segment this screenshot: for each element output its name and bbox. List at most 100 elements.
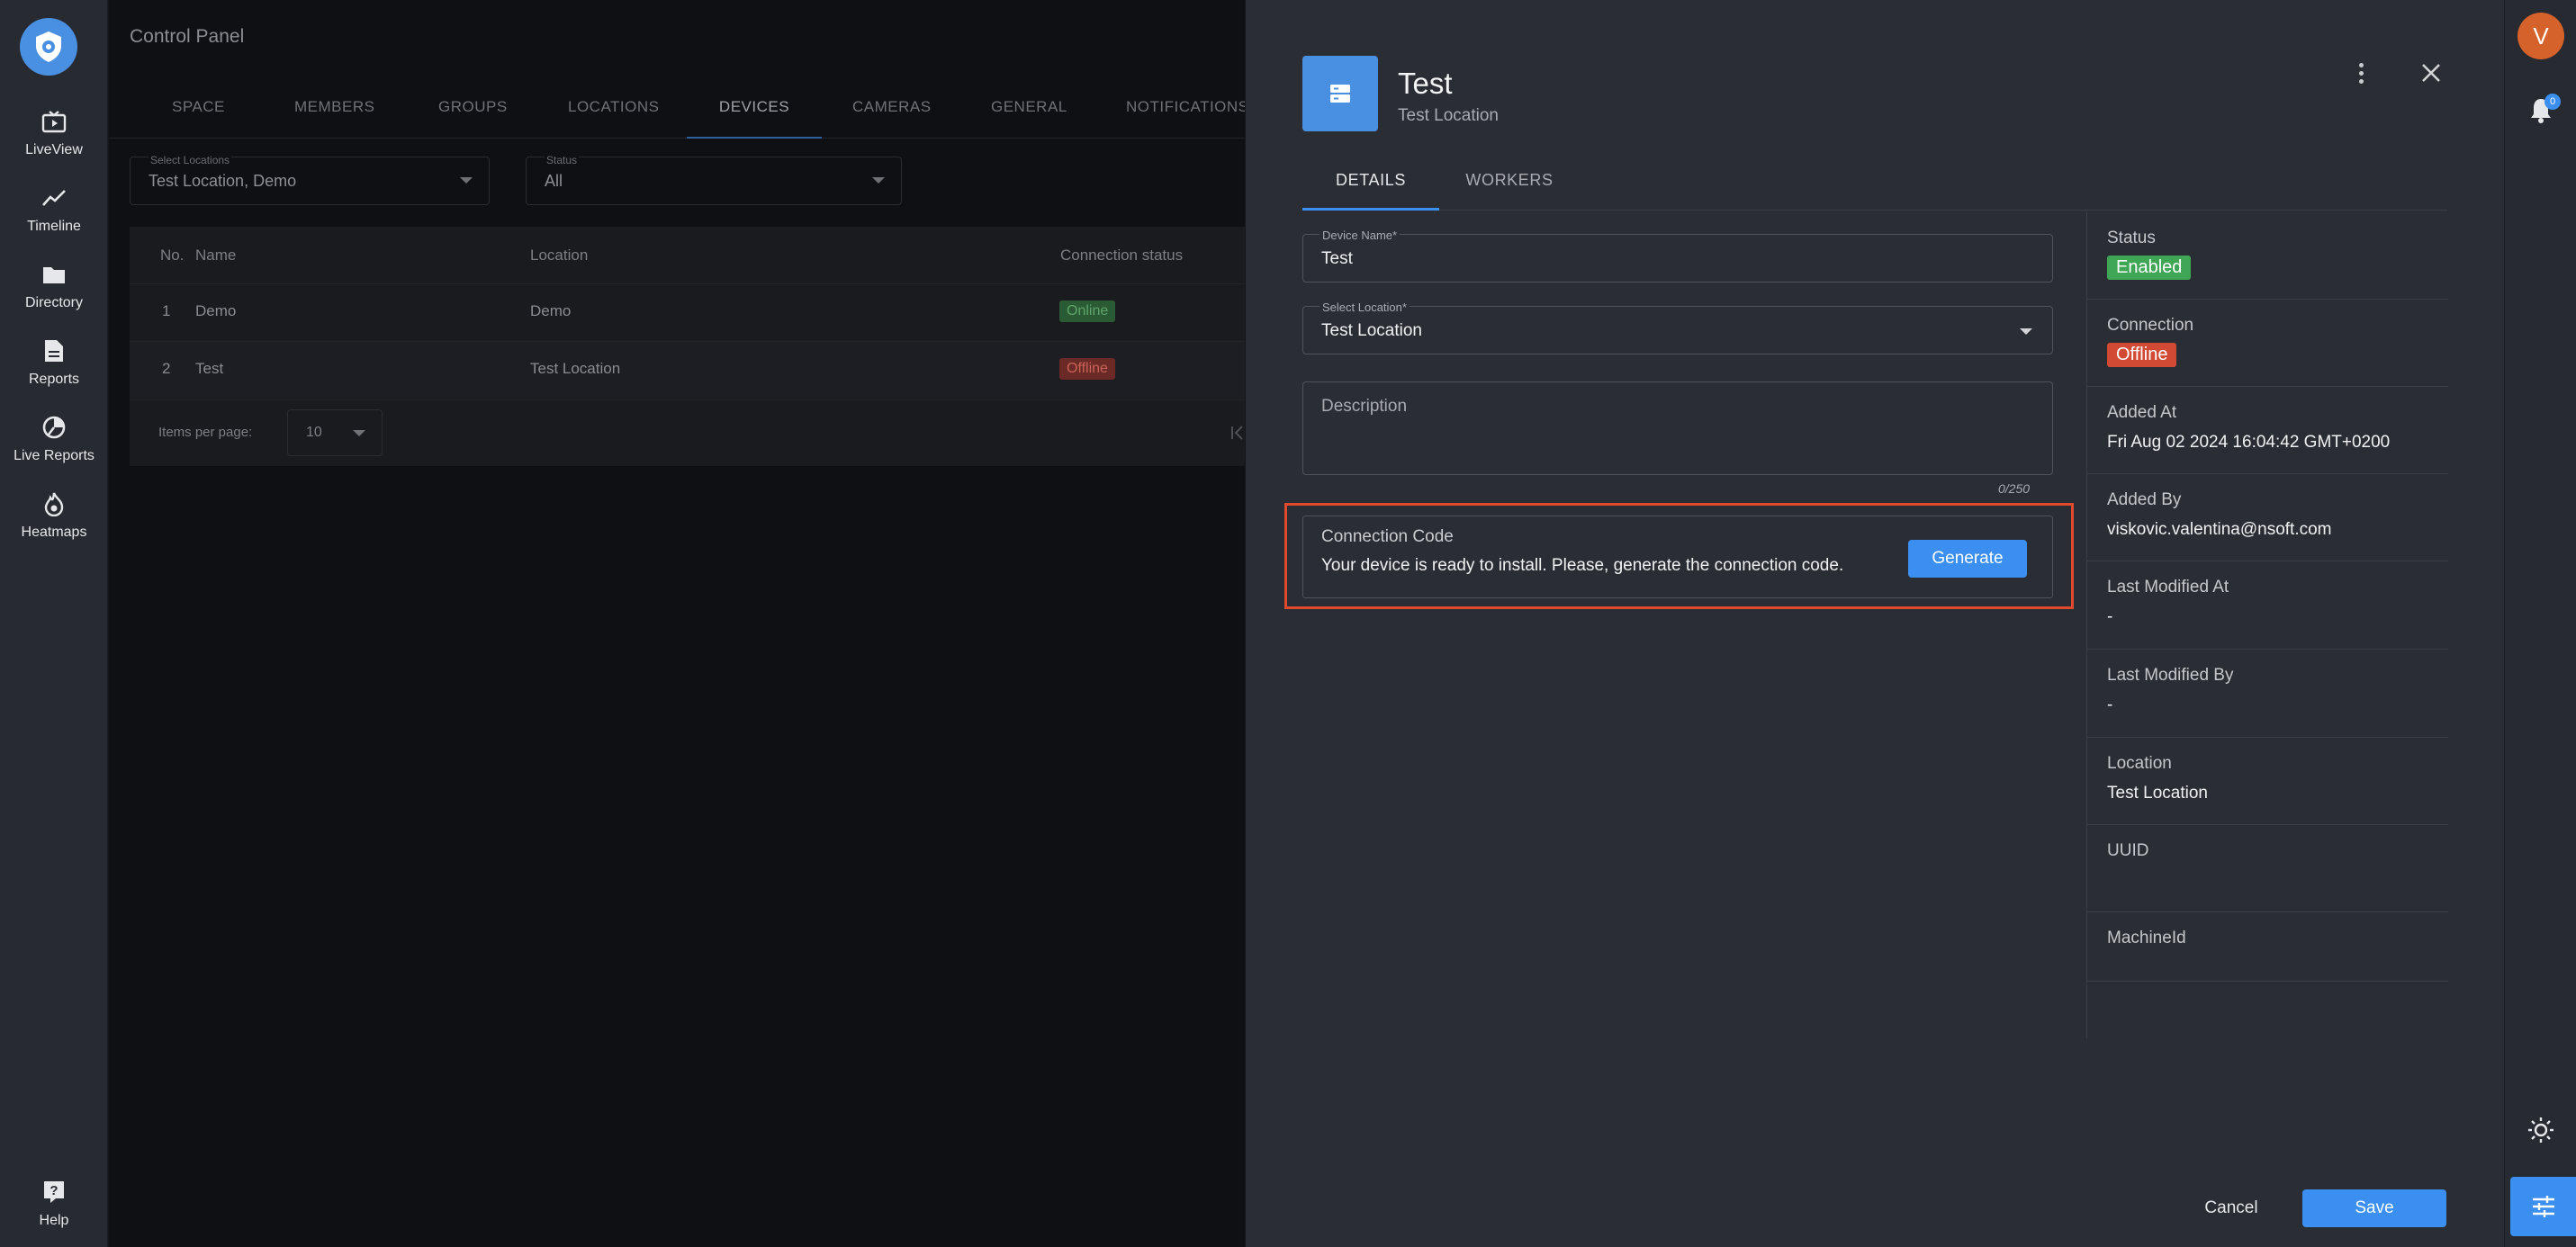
svg-text:?: ? <box>50 1183 58 1198</box>
settings-tune-button[interactable] <box>2510 1177 2576 1236</box>
property-label: Last Modified At <box>2107 578 2229 597</box>
row-location: Test Location <box>530 360 621 377</box>
connection-code-panel: Connection Code Your device is ready to … <box>1302 516 2053 598</box>
column-header-connection-status: Connection status <box>1060 247 1184 264</box>
chevron-down-icon <box>353 430 365 436</box>
property-machine-id: MachineId <box>2087 912 2448 982</box>
nav-label: Timeline <box>27 219 81 234</box>
tab-notifications[interactable]: NOTIFICATIONS <box>1126 86 1245 139</box>
status-badge: Online <box>1059 301 1116 322</box>
shield-logo-icon <box>36 31 61 62</box>
status-filter[interactable]: Status All <box>526 154 902 205</box>
avatar[interactable]: V <box>2517 13 2564 59</box>
notification-count-badge: 0 <box>2544 94 2561 110</box>
chevron-down-icon <box>872 177 885 184</box>
row-number: 1 <box>162 302 171 319</box>
heatmap-icon <box>41 490 68 517</box>
select-location-field[interactable]: Select Location* Test Location <box>1302 301 2053 354</box>
property-value: - <box>2107 607 2113 626</box>
row-name: Demo <box>195 302 237 319</box>
tab-general[interactable]: GENERAL <box>991 86 1090 139</box>
device-name-field[interactable]: Device Name* Test <box>1302 229 2053 283</box>
nav-item-directory[interactable]: Directory <box>0 261 108 329</box>
page-title: Control Panel <box>130 26 245 47</box>
tab-devices[interactable]: DEVICES <box>687 86 822 139</box>
drawer-title: Test <box>1398 67 1453 100</box>
nav-label: Reports <box>28 372 80 387</box>
nav-item-liveview[interactable]: LiveView <box>0 108 108 176</box>
select-locations-filter[interactable]: Select Locations Test Location, Demo <box>130 154 490 205</box>
device-name-input[interactable]: Test <box>1321 249 1353 269</box>
nav-label: Help <box>39 1213 69 1228</box>
table-pagination: Items per page: 10 <box>130 399 1245 466</box>
table-row[interactable]: 2 Test Test Location Offline <box>130 341 1245 399</box>
nav-item-heatmaps[interactable]: Heatmaps <box>0 490 108 559</box>
devices-table: No. Name Location Connection status 1 De… <box>130 227 1245 466</box>
first-page-icon[interactable] <box>1230 424 1245 442</box>
items-per-page-select[interactable]: 10 <box>287 409 383 456</box>
live-report-icon <box>41 414 68 441</box>
property-value: viskovic.valentina@nsoft.com <box>2107 520 2332 539</box>
device-server-icon <box>1302 56 1378 131</box>
property-last-modified-by: Last Modified By - <box>2087 650 2448 738</box>
property-added-by: Added By viskovic.valentina@nsoft.com <box>2087 474 2448 561</box>
description-counter: 0/250 <box>1998 481 2031 496</box>
live-view-icon <box>41 108 68 135</box>
property-added-at: Added At Fri Aug 02 2024 16:04:42 GMT+02… <box>2087 387 2448 474</box>
report-icon <box>41 337 68 364</box>
connection-badge: Offline <box>2107 343 2177 367</box>
property-uuid: UUID <box>2087 825 2448 912</box>
property-label: Connection <box>2107 316 2194 335</box>
field-label: Device Name* <box>1320 229 1401 242</box>
nav-label: Heatmaps <box>21 525 87 540</box>
more-options-icon[interactable] <box>2347 58 2374 88</box>
chevron-down-icon <box>460 177 473 184</box>
close-icon[interactable] <box>2416 58 2446 88</box>
nav-item-reports[interactable]: Reports <box>0 337 108 406</box>
status-badge: Offline <box>1059 358 1115 380</box>
select-value: Test Location, Demo <box>149 172 297 190</box>
property-label: Added At <box>2107 403 2177 422</box>
tab-groups[interactable]: GROUPS <box>438 86 528 139</box>
nav-item-help[interactable]: ? Help <box>0 1179 108 1247</box>
control-panel-tabs: SPACE MEMBERS GROUPS LOCATIONS DEVICES C… <box>109 86 1245 139</box>
tab-locations[interactable]: LOCATIONS <box>568 86 685 139</box>
select-caption: Select Locations <box>149 154 232 166</box>
field-label: Select Location* <box>1320 301 1410 314</box>
nav-item-live-reports[interactable]: Live Reports <box>0 414 108 482</box>
generate-button[interactable]: Generate <box>1908 540 2027 578</box>
description-placeholder: Description <box>1321 397 1408 416</box>
tab-workers[interactable]: WORKERS <box>1446 151 1572 211</box>
select-value: All <box>545 172 563 190</box>
control-panel-page: Control Panel SPACE MEMBERS GROUPS LOCAT… <box>109 0 1245 1247</box>
property-label: MachineId <box>2107 929 2186 947</box>
drawer-footer: Cancel Save <box>1246 1162 2504 1247</box>
sun-icon[interactable] <box>2526 1116 2555 1144</box>
tab-details[interactable]: DETAILS <box>1302 151 1439 211</box>
description-field[interactable]: Description <box>1302 381 2053 475</box>
drawer-subtitle: Test Location <box>1398 106 1499 125</box>
property-label: Status <box>2107 229 2156 247</box>
tab-space[interactable]: SPACE <box>172 86 244 139</box>
app-logo[interactable] <box>20 18 77 76</box>
save-button[interactable]: Save <box>2302 1189 2446 1227</box>
cancel-button[interactable]: Cancel <box>2182 1189 2281 1227</box>
property-location: Location Test Location <box>2087 738 2448 825</box>
drawer-tabs: DETAILS WORKERS <box>1302 151 2447 211</box>
select-caption: Status <box>545 154 580 166</box>
tune-icon <box>2533 1196 2554 1217</box>
column-header-no: No. <box>160 247 185 264</box>
nav-item-timeline[interactable]: Timeline <box>0 184 108 253</box>
property-connection: Connection Offline <box>2087 300 2448 387</box>
table-row[interactable]: 1 Demo Demo Online <box>130 283 1245 341</box>
row-location: Demo <box>530 302 572 319</box>
property-value: - <box>2107 695 2113 714</box>
nav-label: Live Reports <box>14 448 95 463</box>
property-label: UUID <box>2107 841 2149 860</box>
row-number: 2 <box>162 360 171 377</box>
property-value: Test Location <box>2107 784 2208 803</box>
right-utility-bar: V 0 <box>2504 0 2576 1247</box>
connection-code-title: Connection Code <box>1321 527 1454 546</box>
tab-cameras[interactable]: CAMERAS <box>852 86 951 139</box>
tab-members[interactable]: MEMBERS <box>294 86 393 139</box>
